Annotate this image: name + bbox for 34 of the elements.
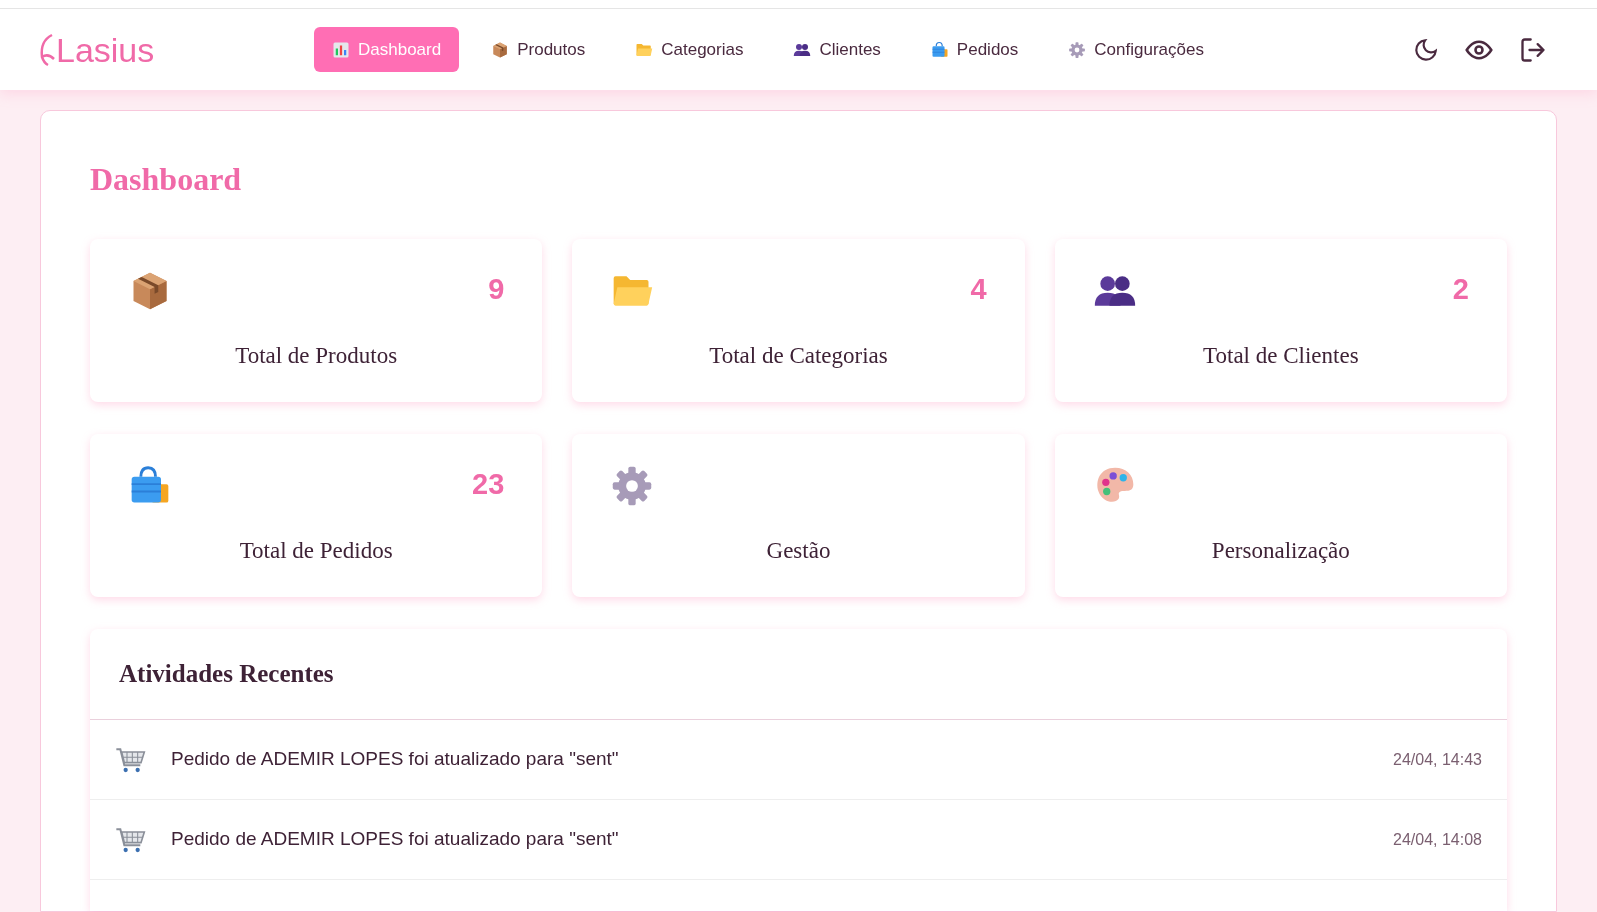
stat-card[interactable]: 9 Total de Produtos <box>90 239 543 402</box>
stat-card[interactable]: Personalização <box>1054 434 1507 597</box>
stat-value: 2 <box>1452 275 1469 304</box>
stat-card[interactable]: Gestão <box>572 434 1025 597</box>
card-label: Total de Produtos <box>235 342 398 370</box>
nav-tab[interactable]: Produtos <box>473 27 604 72</box>
logout-button[interactable] <box>1519 35 1547 64</box>
nav-tab[interactable]: Configurações <box>1050 27 1222 72</box>
nav-tab[interactable]: Pedidos <box>912 27 1037 72</box>
shopping-bag-icon <box>930 40 949 59</box>
activity-text: Pedido de ADEMIR LOPES foi atualizado para "sent" <box>171 747 619 772</box>
page-title: Dashboard <box>90 163 243 195</box>
nav-tab[interactable]: Categorias <box>617 27 762 72</box>
stat-card[interactable]: 2 Total de Clientes <box>1054 239 1507 402</box>
nav-tab[interactable]: Clientes <box>775 27 899 72</box>
activity-text: Pedido de ADEMIR LOPES foi atualizado para "sent" <box>171 827 619 852</box>
dark-mode-moon-button[interactable] <box>1413 36 1439 63</box>
stat-card[interactable]: 23 Total de Pedidos <box>90 434 543 597</box>
bar-chart-icon <box>332 40 350 59</box>
stat-value: 4 <box>970 275 987 304</box>
section-title: Atividades Recentes <box>119 659 334 690</box>
card-label: Personalização <box>1211 537 1350 565</box>
stat-value: 9 <box>488 275 505 304</box>
gear-icon <box>1068 40 1087 59</box>
card-label: Total de Clientes <box>1203 342 1359 370</box>
activity-time: 24/04, 14:08 <box>1393 829 1482 850</box>
card-label: Gestão <box>766 537 831 565</box>
card-label: Total de Categorias <box>709 342 888 370</box>
stat-card[interactable]: 4 Total de Categorias <box>572 239 1025 402</box>
brand-logo-text: Lasius <box>56 32 155 67</box>
card-label: Total de Pedidos <box>239 537 393 565</box>
cardboard-box-icon <box>491 40 510 59</box>
activity-time: 24/04, 14:43 <box>1393 749 1482 770</box>
stat-value: 23 <box>472 470 505 499</box>
